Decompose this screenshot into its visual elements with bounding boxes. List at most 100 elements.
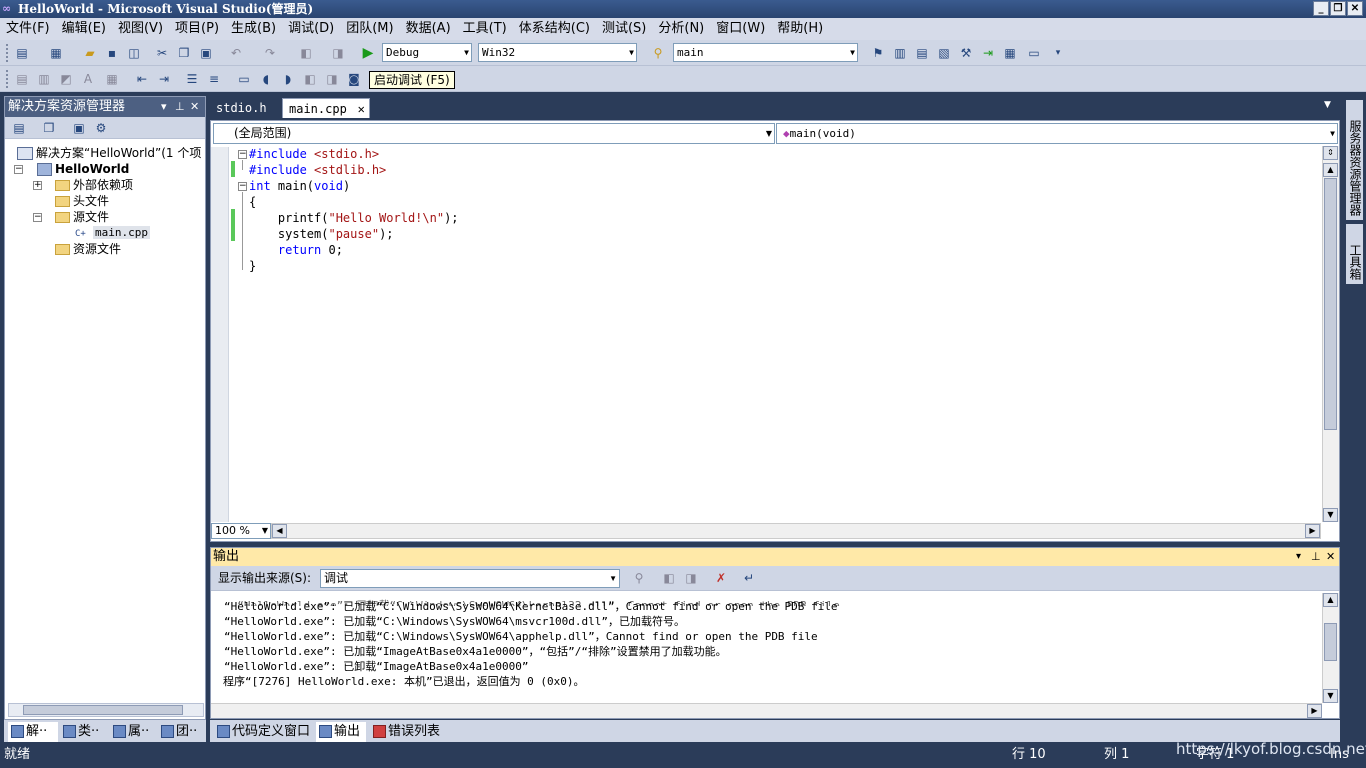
scroll-right-icon[interactable]: ▶ <box>1305 524 1320 538</box>
platform-select[interactable]: Win32 ▼ <box>478 43 637 62</box>
navigate-forward-icon[interactable]: ◨ <box>330 45 346 61</box>
menu-analyze[interactable]: 分析(N) <box>652 18 710 40</box>
properties-icon[interactable]: ▤ <box>914 45 930 61</box>
menu-team[interactable]: 团队(M) <box>340 18 399 40</box>
clear-bookmarks-icon[interactable]: ◙ <box>346 71 362 87</box>
undo-icon[interactable]: ↶ <box>228 45 244 61</box>
restore-button[interactable]: ❐ <box>1330 1 1346 16</box>
redo-icon[interactable]: ↷ <box>262 45 278 61</box>
toolbar-options-icon[interactable]: ▾ <box>1050 45 1066 61</box>
code-line-3[interactable]: int main(void) <box>249 178 350 194</box>
tree-item-main-cpp[interactable]: C+ main.cpp <box>75 225 150 242</box>
show-all-files-icon[interactable]: ❐ <box>41 120 57 136</box>
extension-manager-icon[interactable]: ▦ <box>1002 45 1018 61</box>
tree-item-header-files[interactable]: 头文件 <box>55 193 109 209</box>
auto-hide-pin-icon[interactable]: ⊥ <box>175 97 185 117</box>
split-icon[interactable]: ⇕ <box>1323 146 1338 160</box>
tab-solution-explorer[interactable]: 解·· <box>8 722 58 742</box>
document-list-icon[interactable]: ▼ <box>1324 100 1331 110</box>
toggle-word-wrap-icon[interactable]: ↵ <box>741 570 757 586</box>
previous-message-icon[interactable]: ◧ <box>661 570 677 586</box>
command-window-icon[interactable]: ▭ <box>1026 45 1042 61</box>
scroll-thumb[interactable] <box>1324 623 1337 661</box>
scroll-left-icon[interactable]: ◀ <box>272 524 287 538</box>
view-class-diagram-icon[interactable]: ⚙ <box>93 120 109 136</box>
tree-item-resource-files[interactable]: 资源文件 <box>55 241 121 257</box>
tab-server-explorer[interactable]: 服务器资源管理器 <box>1346 100 1363 220</box>
cut-icon[interactable]: ✂ <box>154 45 170 61</box>
expand-icon[interactable]: + <box>33 181 42 190</box>
comment-icon[interactable]: ☰ <box>184 71 200 87</box>
toolbar-grip[interactable] <box>6 44 9 62</box>
find-in-files-icon[interactable]: ⚲ <box>650 45 666 61</box>
menu-file[interactable]: 文件(F) <box>0 18 56 40</box>
refresh-icon[interactable]: ▣ <box>71 120 87 136</box>
start-debugging-icon[interactable]: ▶ <box>360 45 376 61</box>
new-project-icon[interactable]: ▤ <box>14 45 30 61</box>
next-bookmark-icon[interactable]: ◗ <box>280 71 296 87</box>
zoom-select[interactable]: 100 % ▼ <box>211 523 271 539</box>
collapse-region-icon[interactable]: − <box>238 182 247 191</box>
menu-help[interactable]: 帮助(H) <box>771 18 829 40</box>
horizontal-scrollbar[interactable] <box>8 703 204 717</box>
tab-stdio-h[interactable]: stdio.h <box>210 98 273 118</box>
uncomment-icon[interactable]: ≡ <box>206 71 222 87</box>
toolbar-grip[interactable] <box>6 70 9 88</box>
code-line-8[interactable]: } <box>249 258 256 274</box>
previous-bookmark-icon[interactable]: ◖ <box>258 71 274 87</box>
menu-architecture[interactable]: 体系结构(C) <box>513 18 596 40</box>
bookmark-icon[interactable]: ▭ <box>236 71 252 87</box>
menu-build[interactable]: 生成(B) <box>225 18 282 40</box>
quick-info-icon[interactable]: ◩ <box>58 71 74 87</box>
scope-select[interactable]: (全局范围) ▼ <box>213 123 775 144</box>
menu-edit[interactable]: 编辑(E) <box>56 18 112 40</box>
collapse-region-icon[interactable]: − <box>238 150 247 159</box>
minimize-button[interactable]: _ <box>1313 1 1329 16</box>
tab-class-view[interactable]: 类·· <box>60 722 99 742</box>
paste-icon[interactable]: ▣ <box>198 45 214 61</box>
properties-icon[interactable]: ▤ <box>11 120 27 136</box>
menu-view[interactable]: 视图(V) <box>112 18 169 40</box>
code-line-6[interactable]: system("pause"); <box>249 226 394 242</box>
tab-property-manager[interactable]: 属·· <box>110 722 149 742</box>
menu-data[interactable]: 数据(A) <box>400 18 457 40</box>
scroll-up-icon[interactable]: ▲ <box>1323 163 1338 177</box>
complete-word-icon[interactable]: A <box>80 71 96 87</box>
next-bookmark-folder-icon[interactable]: ◨ <box>324 71 340 87</box>
scroll-down-icon[interactable]: ▼ <box>1323 689 1338 703</box>
find-message-icon[interactable]: ⚲ <box>631 570 647 586</box>
code-line-7[interactable]: return 0; <box>249 242 343 258</box>
scroll-right-icon[interactable]: ▶ <box>1307 704 1322 718</box>
close-tab-icon[interactable]: ✕ <box>358 99 365 119</box>
menu-window[interactable]: 窗口(W) <box>710 18 771 40</box>
close-panel-icon[interactable]: ✕ <box>190 97 199 117</box>
clear-all-icon[interactable]: ✗ <box>713 570 729 586</box>
code-line-2[interactable]: #include <stdlib.h> <box>249 162 386 178</box>
add-item-icon[interactable]: ▦ <box>48 45 64 61</box>
next-message-icon[interactable]: ◨ <box>683 570 699 586</box>
window-position-icon[interactable]: ▾ <box>1296 548 1301 566</box>
save-icon[interactable]: ▪ <box>104 45 120 61</box>
editor-horizontal-scrollbar[interactable]: ◀ ▶ <box>271 523 1321 539</box>
toolbox-icon[interactable]: ⚒ <box>958 45 974 61</box>
list-members-icon[interactable]: ▤ <box>14 71 30 87</box>
find-icon[interactable]: ⚑ <box>870 45 886 61</box>
code-line-5[interactable]: printf("Hello World!\n"); <box>249 210 459 226</box>
close-window-button[interactable]: ✕ <box>1347 1 1363 16</box>
copy-icon[interactable]: ❐ <box>176 45 192 61</box>
close-panel-icon[interactable]: ✕ <box>1326 548 1335 566</box>
parameter-info-icon[interactable]: ▥ <box>36 71 52 87</box>
tab-code-definition[interactable]: 代码定义窗口 <box>214 722 310 742</box>
open-file-icon[interactable]: ▰ <box>82 45 98 61</box>
tab-error-list[interactable]: 错误列表 <box>370 722 440 742</box>
solution-config-select[interactable]: Debug ▼ <box>382 43 472 62</box>
code-line-1[interactable]: #include <stdio.h> <box>249 146 379 162</box>
output-vertical-scrollbar[interactable]: ▲ ▼ <box>1322 593 1339 703</box>
save-all-icon[interactable]: ◫ <box>126 45 142 61</box>
menu-test[interactable]: 测试(S) <box>596 18 652 40</box>
member-select[interactable]: ◆main(void) ▼ <box>776 123 1338 144</box>
tab-team-explorer[interactable]: 团·· <box>158 722 197 742</box>
collapse-icon[interactable]: − <box>14 165 23 174</box>
menu-project[interactable]: 项目(P) <box>169 18 225 40</box>
find-combo[interactable]: main ▼ <box>673 43 858 62</box>
